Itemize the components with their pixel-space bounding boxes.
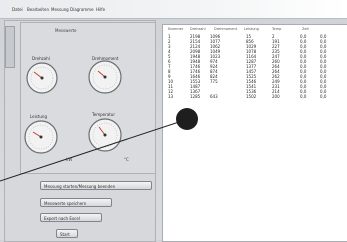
pointer-line	[0, 120, 183, 182]
cursor-highlight-dot	[176, 108, 198, 130]
